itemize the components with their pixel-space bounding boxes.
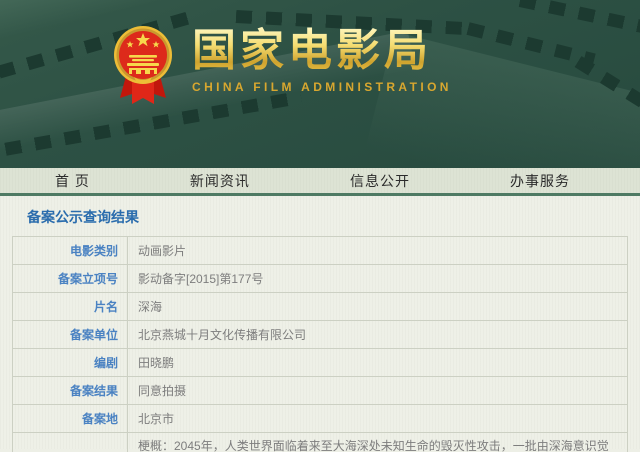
table-row-film-title: 片名 深海 — [12, 292, 628, 321]
nav-item-services[interactable]: 办事服务 — [510, 171, 570, 191]
row-label: 备案单位 — [12, 320, 128, 349]
site-title: 国家电影局 — [192, 26, 452, 76]
table-row-film-category: 电影类别 动画影片 — [12, 236, 628, 265]
content-area: 备案公示查询结果 电影类别 动画影片 备案立项号 影动备字[2015]第177号… — [0, 196, 640, 452]
row-label: 电影类别 — [12, 236, 128, 265]
row-value: 北京市 — [127, 404, 628, 433]
nav-item-info[interactable]: 信息公开 — [350, 171, 410, 191]
row-value: 深海 — [127, 292, 628, 321]
site-subtitle: CHINA FILM ADMINISTRATION — [192, 80, 452, 94]
nav-item-news[interactable]: 新闻资讯 — [190, 171, 250, 191]
main-navigation: 首 页 新闻资讯 信息公开 办事服务 — [0, 168, 640, 196]
table-row-registration-place: 备案地 北京市 — [12, 404, 628, 433]
row-value: 同意拍摄 — [127, 376, 628, 405]
site-title-block: 国家电影局 CHINA FILM ADMINISTRATION — [192, 24, 452, 94]
row-label: 备案立项号 — [12, 264, 128, 293]
site-brand: 国家电影局 CHINA FILM ADMINISTRATION — [112, 24, 452, 110]
film-sprocket-row — [518, 0, 640, 34]
row-value: 北京燕城十月文化传播有限公司 — [127, 320, 628, 349]
row-label: 备案结果 — [12, 376, 128, 405]
table-row-registration-number: 备案立项号 影动备字[2015]第177号 — [12, 264, 628, 293]
row-label: 备案地 — [12, 404, 128, 433]
table-row-registration-unit: 备案单位 北京燕城十月文化传播有限公司 — [12, 320, 628, 349]
registration-result-table: 电影类别 动画影片 备案立项号 影动备字[2015]第177号 片名 深海 备案… — [12, 236, 628, 452]
row-value: 田晓鹏 — [127, 348, 628, 377]
table-row-registration-result: 备案结果 同意拍摄 — [12, 376, 628, 405]
page-title: 备案公示查询结果 — [27, 209, 139, 225]
table-row-synopsis: 梗概 梗概：2045年，人类世界面临着来至大海深处未知生命的毁灭性攻击，一批由深… — [12, 432, 628, 452]
table-row-screenwriter: 编剧 田晓鹏 — [12, 348, 628, 377]
row-label: 片名 — [12, 292, 128, 321]
row-value: 动画影片 — [127, 236, 628, 265]
row-value: 梗概：2045年，人类世界面临着来至大海深处未知生命的毁灭性攻击，一批由深海意识… — [127, 432, 628, 452]
china-national-emblem-icon — [114, 26, 172, 104]
row-label: 梗概 — [12, 432, 128, 452]
header-banner: 国家电影局 CHINA FILM ADMINISTRATION — [0, 0, 640, 168]
row-label: 编剧 — [12, 348, 128, 377]
nav-item-home[interactable]: 首 页 — [55, 171, 90, 191]
row-value: 影动备字[2015]第177号 — [127, 264, 628, 293]
